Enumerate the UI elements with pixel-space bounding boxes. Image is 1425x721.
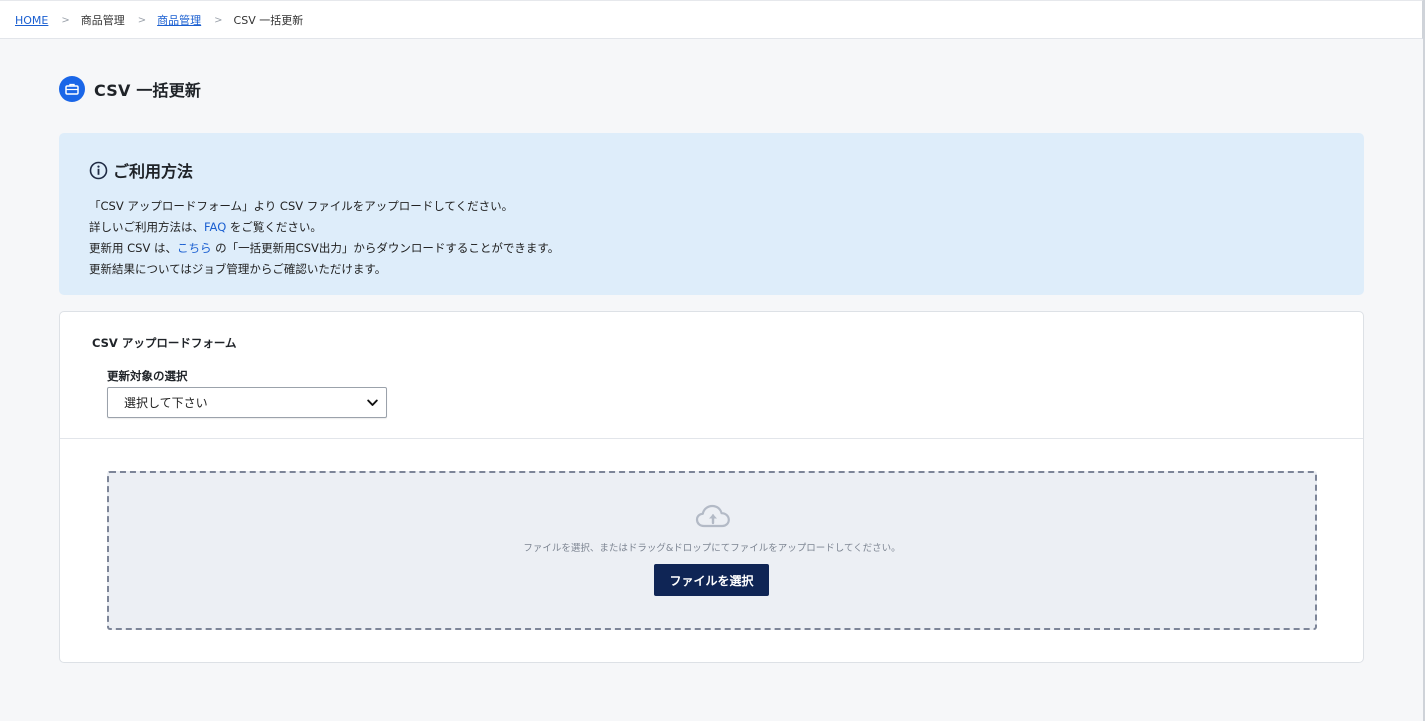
update-target-label: 更新対象の選択 xyxy=(107,369,188,383)
info-line-faq-prefix: 詳しいご利用方法は、 xyxy=(89,220,204,234)
breadcrumb-home-link[interactable]: HOME xyxy=(15,14,48,27)
briefcase-icon xyxy=(59,76,85,102)
faq-link[interactable]: FAQ xyxy=(204,220,226,234)
select-file-button[interactable]: ファイルを選択 xyxy=(654,564,769,596)
usage-info-heading: ご利用方法 xyxy=(89,158,1334,182)
breadcrumb: HOME > 商品管理 > 商品管理 > CSV 一括更新 xyxy=(0,1,1422,39)
info-circle-icon xyxy=(89,161,108,180)
page-header: CSV 一括更新 xyxy=(59,76,201,102)
breadcrumb-bar: HOME > 商品管理 > 商品管理 > CSV 一括更新 xyxy=(0,0,1423,39)
usage-info-title: ご利用方法 xyxy=(113,162,194,181)
breadcrumb-product-management: 商品管理 xyxy=(80,14,125,27)
usage-info-panel: ご利用方法 「CSV アップロードフォーム」より CSV ファイルをアップロード… xyxy=(59,133,1364,295)
info-line-download-suffix: の「一括更新用CSV出力」からダウンロードすることができます。 xyxy=(211,241,560,255)
update-target-selected-value: 選択して下さい xyxy=(124,396,208,410)
file-drop-zone[interactable]: ファイルを選択、またはドラッグ&ドロップにてファイルをアップロードしてください。… xyxy=(107,471,1317,630)
breadcrumb-product-management-link[interactable]: 商品管理 xyxy=(157,12,201,28)
breadcrumb-separator: > xyxy=(61,14,70,26)
breadcrumb-current-page: CSV 一括更新 xyxy=(233,14,304,27)
breadcrumb-separator: > xyxy=(137,14,147,26)
upload-form-title: CSV アップロードフォーム xyxy=(92,336,237,350)
info-line-download: 更新用 CSV は、こちら の「一括更新用CSV出力」からダウンロードすることが… xyxy=(89,238,1334,259)
info-line-download-prefix: 更新用 CSV は、 xyxy=(89,241,178,255)
update-target-select[interactable]: 選択して下さい xyxy=(107,387,387,418)
download-here-link[interactable]: こちら xyxy=(177,241,212,255)
chevron-down-icon xyxy=(367,396,378,410)
cloud-upload-icon xyxy=(695,503,731,529)
info-line-upload: 「CSV アップロードフォーム」より CSV ファイルをアップロードしてください… xyxy=(89,199,514,213)
form-divider xyxy=(60,438,1363,439)
info-line-faq-suffix: をご覧ください。 xyxy=(226,220,322,234)
breadcrumb-separator: > xyxy=(214,14,223,26)
csv-upload-form: CSV アップロードフォーム 更新対象の選択 選択して下さい ファイルを選択、ま… xyxy=(59,311,1364,663)
page-title: CSV 一括更新 xyxy=(94,81,202,100)
info-line-job-result: 更新結果についてはジョブ管理からご確認いただけます。 xyxy=(89,262,387,276)
info-line-faq: 詳しいご利用方法は、FAQ をご覧ください。 xyxy=(89,217,1334,238)
drop-instruction-text: ファイルを選択、またはドラッグ&ドロップにてファイルをアップロードしてください。 xyxy=(523,543,901,554)
